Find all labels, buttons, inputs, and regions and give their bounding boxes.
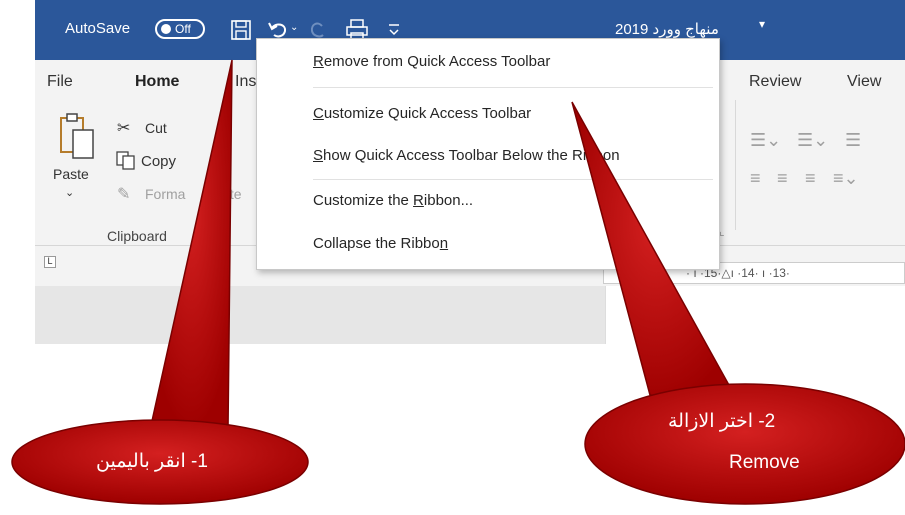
callout-one-text: 1- انقر باليمين — [96, 451, 208, 472]
callout-two-text: 2- اختر الازالة — [668, 411, 776, 432]
callout-pointer — [571, 101, 742, 406]
callout-layer — [11, 59, 905, 505]
callout-bubble — [584, 383, 905, 505]
callout-two-subtext: Remove — [729, 452, 800, 473]
callout-right-click — [11, 59, 309, 505]
callout-choose-remove — [571, 101, 905, 505]
callout-pointer — [149, 59, 233, 431]
